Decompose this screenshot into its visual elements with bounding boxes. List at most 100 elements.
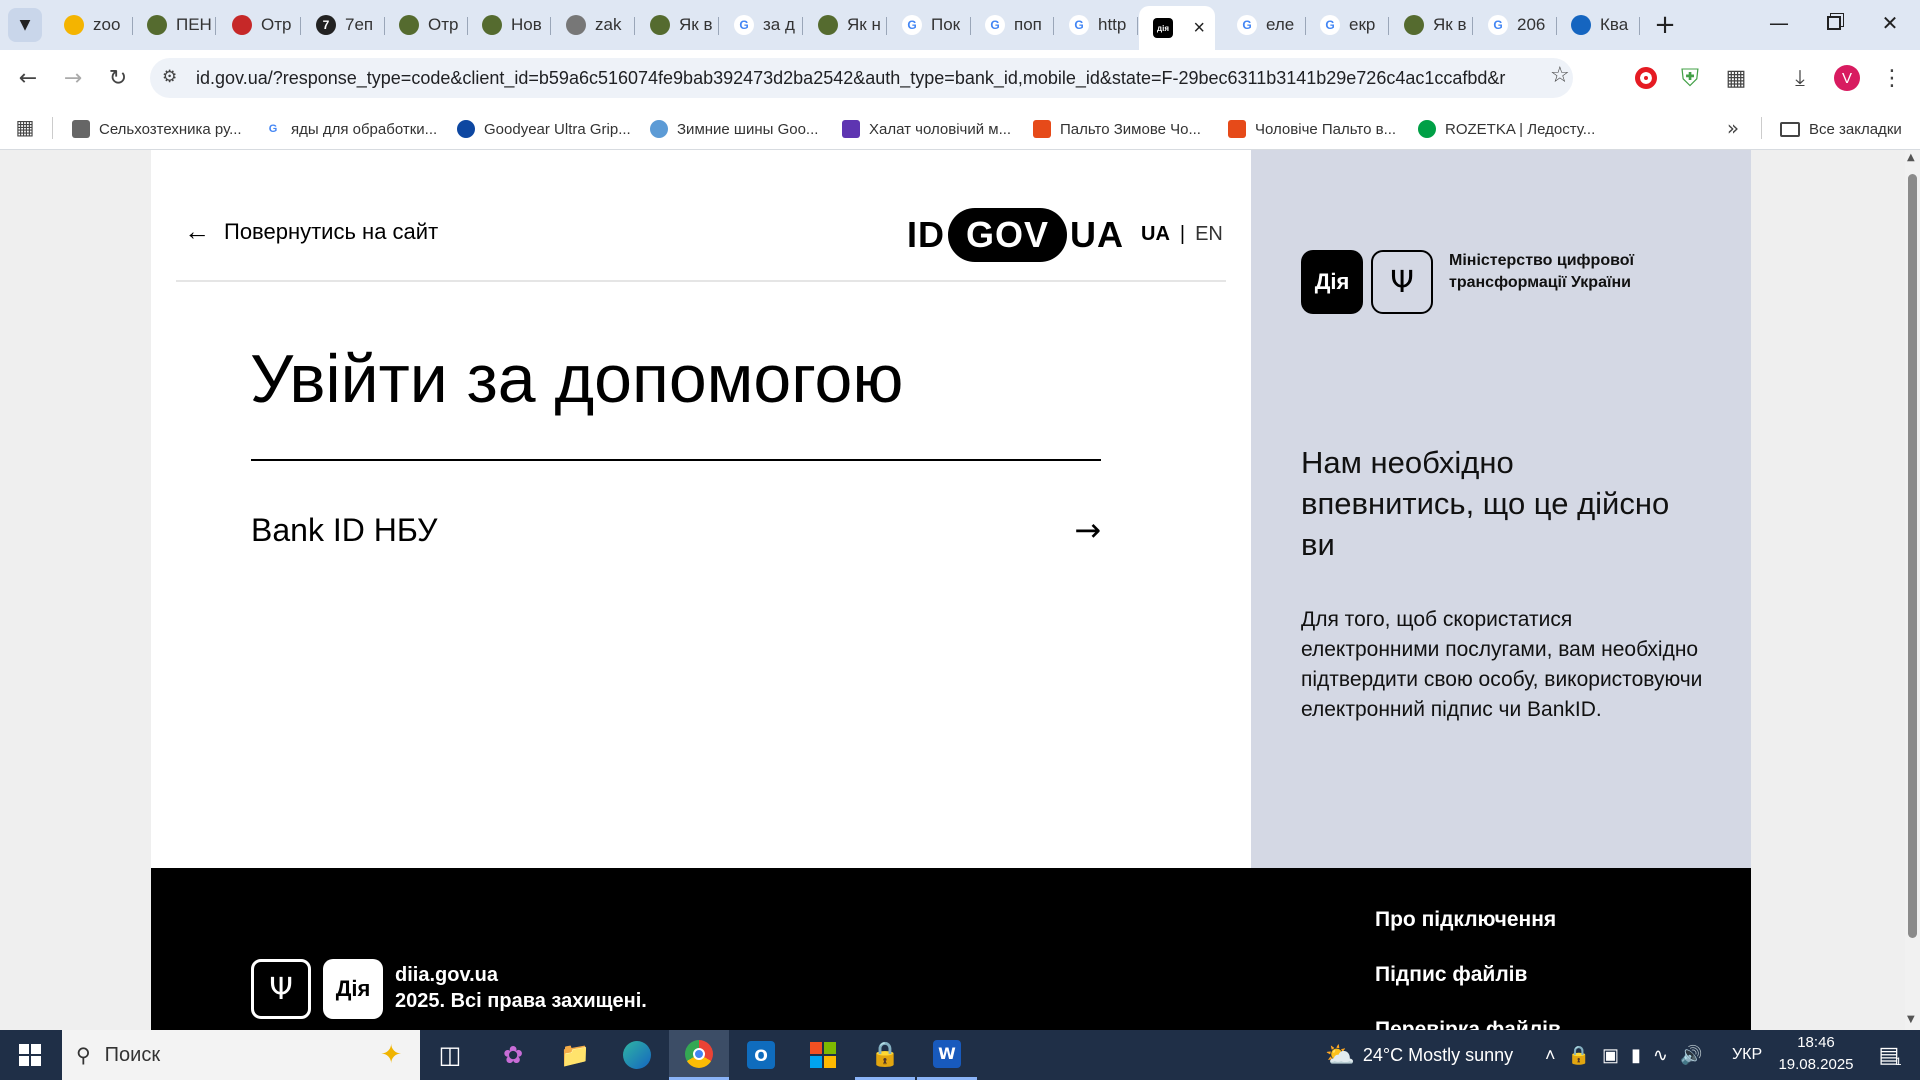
store-button[interactable]	[793, 1030, 853, 1080]
bookmark-item[interactable]: Пальто Зимове Чо...	[1033, 115, 1201, 143]
tab-7[interactable]: zak	[552, 8, 635, 42]
word-button[interactable]: W	[917, 1030, 977, 1080]
extensions-button[interactable]: ▦	[1718, 60, 1754, 96]
footer-link-verify-files[interactable]: Перевірка файлів	[1375, 1018, 1561, 1030]
address-bar[interactable]: ⚙ id.gov.ua/?response_type=code&client_i…	[150, 58, 1573, 98]
tab-15[interactable]: Gеле	[1223, 8, 1306, 42]
tab-label: Як в	[1433, 15, 1467, 34]
footer-link-connection[interactable]: Про підключення	[1375, 908, 1556, 932]
tab-search-button[interactable]: ▼	[8, 8, 42, 42]
shield-extension-button[interactable]: ⛨	[1672, 60, 1708, 96]
edge-button[interactable]	[607, 1030, 667, 1080]
tab-3[interactable]: Отр	[218, 8, 301, 42]
forward-button[interactable]: →	[55, 60, 91, 96]
bookmark-item[interactable]: Зимние шины Goo...	[650, 115, 818, 143]
all-bookmarks-button[interactable]: Все закладки	[1780, 115, 1902, 143]
scroll-up-icon[interactable]: ▲	[1907, 152, 1915, 163]
reload-button[interactable]: ↻	[100, 60, 136, 96]
footer-site-link[interactable]: diia.gov.ua	[395, 964, 498, 987]
chevron-up-icon[interactable]: ˄	[1545, 1045, 1556, 1066]
tab-label: еле	[1266, 15, 1295, 34]
lock-icon[interactable]: 🔒	[1568, 1045, 1590, 1066]
weather-widget[interactable]: ⛅ 24°C Mostly sunny	[1325, 1030, 1513, 1080]
page-scrollbar[interactable]: ▲ ▼	[1905, 150, 1920, 1030]
task-view-button[interactable]: ◫	[420, 1030, 480, 1080]
tab-label: за д	[763, 15, 795, 34]
language-indicator[interactable]: УКР	[1732, 1030, 1762, 1080]
tab-14[interactable]: дія ×	[1139, 6, 1215, 50]
google-icon: G	[1069, 15, 1089, 35]
close-window-button[interactable]: ✕	[1862, 0, 1918, 46]
tab-12[interactable]: Gпоп	[971, 8, 1054, 42]
bookmark-item[interactable]: Чоловіче Пальто в...	[1228, 115, 1396, 143]
outlook-button[interactable]: O	[731, 1030, 791, 1080]
bookmark-label: яды для обработки...	[291, 120, 438, 138]
copilot-button[interactable]: ✿	[483, 1030, 543, 1080]
clock[interactable]: 18:46 19.08.2025	[1772, 1032, 1860, 1078]
scroll-down-icon[interactable]: ▼	[1907, 1014, 1915, 1025]
tab-separator	[1137, 17, 1138, 35]
bank-id-option[interactable]: Bank ID НБУ →	[251, 505, 1101, 555]
square-icon	[842, 120, 860, 138]
menu-button[interactable]: ⋮	[1874, 60, 1910, 96]
bookmark-item[interactable]: Сельхозтехника ру...	[72, 115, 242, 143]
tab-17[interactable]: Як в	[1390, 8, 1473, 42]
profile-button[interactable]: V	[1829, 60, 1865, 96]
footer-link-sign-files[interactable]: Підпис файлів	[1375, 963, 1527, 987]
tab-1[interactable]: zoo	[50, 8, 133, 42]
notifications-button[interactable]: ▤ 1	[1868, 1030, 1912, 1080]
minimize-button[interactable]: —	[1751, 0, 1807, 46]
sparkle-icon: ✦	[380, 1040, 402, 1070]
lang-en-button[interactable]: EN	[1195, 223, 1223, 246]
bookmark-item[interactable]: Gяды для обработки...	[264, 115, 437, 143]
logo-ua-text: UA	[1070, 214, 1125, 255]
scrollbar-thumb[interactable]	[1908, 174, 1917, 938]
cart-icon	[72, 120, 90, 138]
file-explorer-button[interactable]: 📁	[545, 1030, 605, 1080]
tab-10[interactable]: Як н	[804, 8, 887, 42]
tab-5[interactable]: Отр	[385, 8, 468, 42]
tab-close-icon[interactable]: ×	[1193, 17, 1205, 40]
tab-2[interactable]: ПЕН	[133, 8, 216, 42]
downloads-button[interactable]: ⤓	[1782, 60, 1818, 96]
volume-icon[interactable]: 🔊	[1680, 1045, 1702, 1066]
globe-icon	[1571, 15, 1591, 35]
bookmark-star-icon[interactable]: ☆	[1550, 63, 1570, 88]
tab-9[interactable]: Gза д	[720, 8, 803, 42]
lang-ua-button[interactable]: UA	[1141, 223, 1170, 246]
bookmark-item[interactable]: Goodyear Ultra Grip...	[457, 115, 631, 143]
tab-13[interactable]: Ghttp	[1055, 8, 1138, 42]
bookmark-item[interactable]: ROZETKA | Ледосту...	[1418, 115, 1595, 143]
tab-4[interactable]: 7 7еп	[302, 8, 385, 42]
tab-16[interactable]: Gекр	[1306, 8, 1389, 42]
tab-8[interactable]: Як в	[636, 8, 719, 42]
wifi-icon[interactable]: ∿	[1653, 1045, 1668, 1066]
tab-label: ПЕН	[176, 15, 212, 34]
weather-text: 24°C Mostly sunny	[1362, 1044, 1514, 1065]
battery-icon[interactable]: ▮	[1631, 1045, 1641, 1066]
apps-button[interactable]: ▦	[12, 114, 38, 140]
restore-button[interactable]	[1806, 0, 1862, 46]
taskbar-search[interactable]: ⚲ Поиск ✦	[62, 1030, 420, 1080]
security-app-button[interactable]: 🔒	[855, 1030, 915, 1080]
globe-icon	[457, 120, 475, 138]
site-info-icon[interactable]: ⚙	[162, 67, 177, 87]
opera-extension-button[interactable]	[1628, 60, 1664, 96]
emblem-icon	[818, 15, 838, 35]
tab-18[interactable]: G 206	[1474, 8, 1557, 42]
start-button[interactable]	[0, 1030, 60, 1080]
tab-label: Ква	[1600, 15, 1629, 34]
chrome-button[interactable]	[669, 1030, 729, 1080]
tab-11[interactable]: G Пок	[888, 8, 971, 42]
meet-icon[interactable]: ▣	[1602, 1045, 1619, 1066]
url-text[interactable]: id.gov.ua/?response_type=code&client_id=…	[196, 68, 1506, 89]
language-switcher: UA | EN	[1141, 223, 1223, 246]
tab-separator	[1388, 17, 1389, 35]
bookmark-item[interactable]: Халат чоловічий м...	[842, 115, 1011, 143]
tab-6[interactable]: Нов	[468, 8, 551, 42]
new-tab-button[interactable]: +	[1650, 10, 1680, 40]
more-bookmarks-button[interactable]: »	[1720, 115, 1746, 141]
back-to-site-link[interactable]: ← Повернутись на сайт	[184, 216, 438, 247]
back-button[interactable]: ←	[10, 60, 46, 96]
tab-19[interactable]: Ква	[1557, 8, 1640, 42]
